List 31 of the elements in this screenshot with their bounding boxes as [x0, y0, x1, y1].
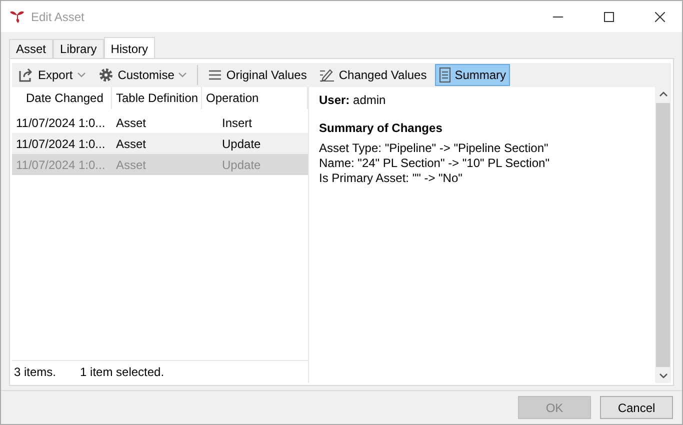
- toolbar-button[interactable]: Changed Values: [314, 64, 431, 86]
- toolbar-dropdown[interactable]: Export: [14, 64, 90, 86]
- toolbar-button[interactable]: Summary: [434, 64, 510, 86]
- table-row[interactable]: 11/07/2024 1:0... Asset Update: [12, 133, 308, 154]
- column-header[interactable]: Operation: [202, 87, 308, 109]
- export-icon: [18, 67, 34, 83]
- lines-icon: [208, 69, 222, 81]
- item-count: 3 items.: [14, 365, 56, 379]
- document-icon: [438, 67, 451, 83]
- tab[interactable]: Library: [53, 39, 104, 58]
- caret-icon: [76, 72, 86, 78]
- toolbar-dropdown[interactable]: Customise: [94, 64, 192, 86]
- scrollbar[interactable]: [655, 87, 671, 383]
- user-line: User: admin: [319, 93, 387, 107]
- column-header[interactable]: Date Changed: [12, 87, 112, 109]
- change-line: Asset Type: "Pipeline" -> "Pipeline Section": [319, 141, 550, 156]
- tab[interactable]: History: [104, 37, 156, 59]
- window-title: Edit Asset: [31, 10, 86, 24]
- table-row[interactable]: 11/07/2024 1:0... Asset Insert: [12, 112, 308, 133]
- column-header[interactable]: Table Definition: [112, 87, 202, 109]
- selection-status: 1 item selected.: [80, 365, 164, 379]
- change-line: Is Primary Asset: "" -> "No": [319, 171, 464, 186]
- app-logo-icon: [9, 10, 25, 24]
- tab[interactable]: Asset: [9, 39, 54, 58]
- caret-icon: [178, 72, 188, 78]
- summary-heading: Summary of Changes: [319, 121, 444, 135]
- gear-icon: [98, 67, 114, 83]
- pen-icon: [318, 68, 335, 82]
- dialog-button[interactable]: Cancel: [600, 396, 673, 419]
- change-line: Name: "24" PL Section" -> "10" PL Section": [319, 156, 550, 171]
- toolbar-button[interactable]: Original Values: [204, 64, 311, 86]
